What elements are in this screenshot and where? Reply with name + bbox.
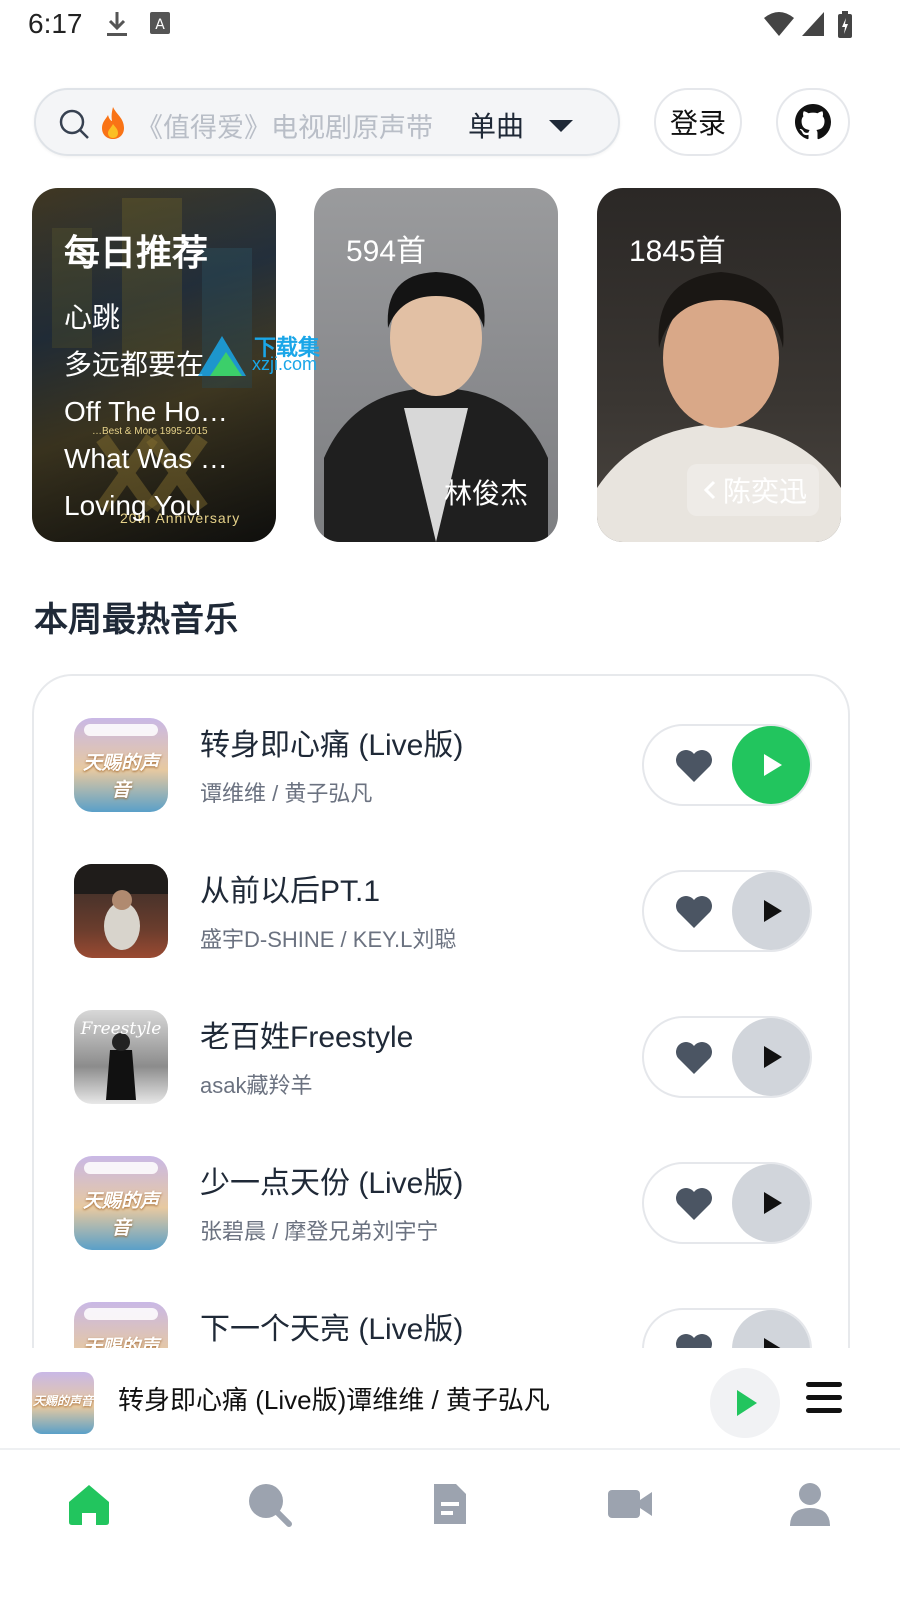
artist-card-eason-chan[interactable]: 1845首 陈奕迅	[597, 188, 841, 542]
list-item[interactable]: 天赐的声音 少一点天份 (Live版) 张碧晨 / 摩登兄弟刘宇宁	[34, 1156, 848, 1256]
heart-icon[interactable]	[674, 1186, 714, 1222]
song-cover	[74, 864, 168, 958]
play-button[interactable]	[732, 726, 810, 804]
now-playing-title: 转身即心痛 (Live版)谭维维 / 黄子弘凡	[118, 1385, 550, 1415]
chevron-down-icon[interactable]	[546, 112, 576, 138]
song-title: 转身即心痛 (Live版)	[200, 729, 464, 762]
cover-text: 天赐的声音	[82, 753, 159, 801]
wifi-icon	[764, 12, 794, 36]
status-time: 6:17	[28, 8, 83, 39]
watermark: 下载集 xzji.com	[196, 330, 336, 380]
list-item[interactable]: Freestyle 老百姓Freestyle asak藏羚羊	[34, 1010, 848, 1110]
now-playing-bar[interactable]: 天赐的声音 转身即心痛 (Live版)谭维维 / 黄子弘凡	[0, 1348, 900, 1448]
heart-icon[interactable]	[674, 1040, 714, 1076]
song-cover: 天赐的声音	[74, 1302, 168, 1350]
artist-name-tag[interactable]: 陈奕迅	[687, 464, 819, 516]
status-bar: 6:17 A	[0, 0, 900, 52]
document-icon[interactable]	[426, 1480, 474, 1528]
play-icon	[764, 754, 782, 776]
play-icon	[737, 1390, 757, 1416]
daily-song: What Was …	[64, 443, 228, 474]
svg-text:A: A	[155, 17, 165, 33]
list-item[interactable]: 天赐的声音 转身即心痛 (Live版) 谭维维 / 黄子弘凡	[34, 718, 848, 818]
play-button[interactable]	[732, 872, 810, 950]
song-actions	[642, 870, 812, 952]
github-icon	[795, 104, 831, 140]
song-actions	[642, 1016, 812, 1098]
artist-name: 陈奕迅	[723, 476, 808, 507]
song-actions	[642, 1308, 812, 1350]
search-type-select[interactable]: 单曲	[468, 105, 524, 145]
search-input[interactable]: 《值得爱》电视剧原声带 单曲	[34, 88, 620, 156]
song-artist: 谭维维 / 黄子弘凡	[200, 781, 373, 806]
now-playing-cover: 天赐的声音	[32, 1372, 94, 1434]
list-item[interactable]: 从前以后PT.1 盛宇D-SHINE / KEY.L刘聪	[34, 864, 848, 964]
bottom-nav	[0, 1448, 900, 1600]
heart-icon[interactable]	[674, 894, 714, 930]
song-cover: Freestyle	[74, 1010, 168, 1104]
artist-name: 林俊杰	[443, 478, 528, 509]
song-count: 1845首	[629, 235, 726, 268]
song-title: 少一点天份 (Live版)	[200, 1167, 464, 1200]
hot-songs-list: 天赐的声音 转身即心痛 (Live版) 谭维维 / 黄子弘凡 从前以后PT.1 …	[32, 674, 850, 1350]
search-placeholder: 《值得爱》电视剧原声带	[136, 113, 433, 143]
login-button[interactable]: 登录	[654, 88, 742, 156]
play-icon	[764, 900, 782, 922]
song-artist: 盛宇D-SHINE / KEY.L刘聪	[200, 927, 457, 952]
video-icon[interactable]	[606, 1480, 654, 1528]
section-title: 本周最热音乐	[34, 601, 238, 639]
daily-recommend-title: 每日推荐	[64, 232, 209, 273]
song-title: 从前以后PT.1	[200, 875, 381, 908]
download-icon	[107, 12, 127, 36]
github-button[interactable]	[776, 88, 850, 156]
song-count: 594首	[346, 235, 427, 268]
daily-song: Off The Ho…	[64, 396, 228, 427]
song-cover: 天赐的声音	[74, 718, 168, 812]
list-item[interactable]: 天赐的声音 下一个天亮 (Live版)	[34, 1302, 848, 1350]
watermark-logo-icon	[198, 336, 246, 376]
play-icon	[764, 1046, 782, 1068]
playlist-menu-icon[interactable]	[806, 1382, 842, 1416]
artist-card-jj-lin[interactable]: 594首 林俊杰	[314, 188, 558, 542]
play-icon	[764, 1192, 782, 1214]
search-icon	[59, 109, 89, 139]
play-button[interactable]	[732, 1164, 810, 1242]
song-title: 下一个天亮 (Live版)	[200, 1313, 464, 1346]
user-icon[interactable]	[786, 1480, 834, 1528]
song-actions	[642, 724, 812, 806]
signal-icon	[802, 12, 824, 36]
cover-text: 天赐的声音	[32, 1394, 93, 1408]
heart-icon[interactable]	[674, 748, 714, 784]
now-playing-play-button[interactable]	[710, 1368, 780, 1438]
font-app-icon: A	[150, 12, 170, 34]
cover-text: Freestyle	[80, 1019, 162, 1039]
play-button[interactable]	[732, 1310, 810, 1350]
daily-song: Loving You	[64, 490, 202, 521]
song-artist: 张碧晨 / 摩登兄弟刘宇宁	[200, 1219, 439, 1244]
song-title: 老百姓Freestyle	[200, 1021, 414, 1054]
battery-icon	[838, 11, 852, 38]
song-actions	[642, 1162, 812, 1244]
watermark-url: xzji.com	[252, 354, 318, 374]
cover-text: 天赐的声音	[82, 1191, 159, 1239]
home-icon[interactable]	[65, 1480, 113, 1528]
song-cover: 天赐的声音	[74, 1156, 168, 1250]
song-artist: asak藏羚羊	[200, 1073, 313, 1098]
play-button[interactable]	[732, 1018, 810, 1096]
search-icon[interactable]	[245, 1480, 293, 1528]
fire-icon	[102, 107, 124, 139]
chevron-left-icon	[703, 480, 716, 500]
